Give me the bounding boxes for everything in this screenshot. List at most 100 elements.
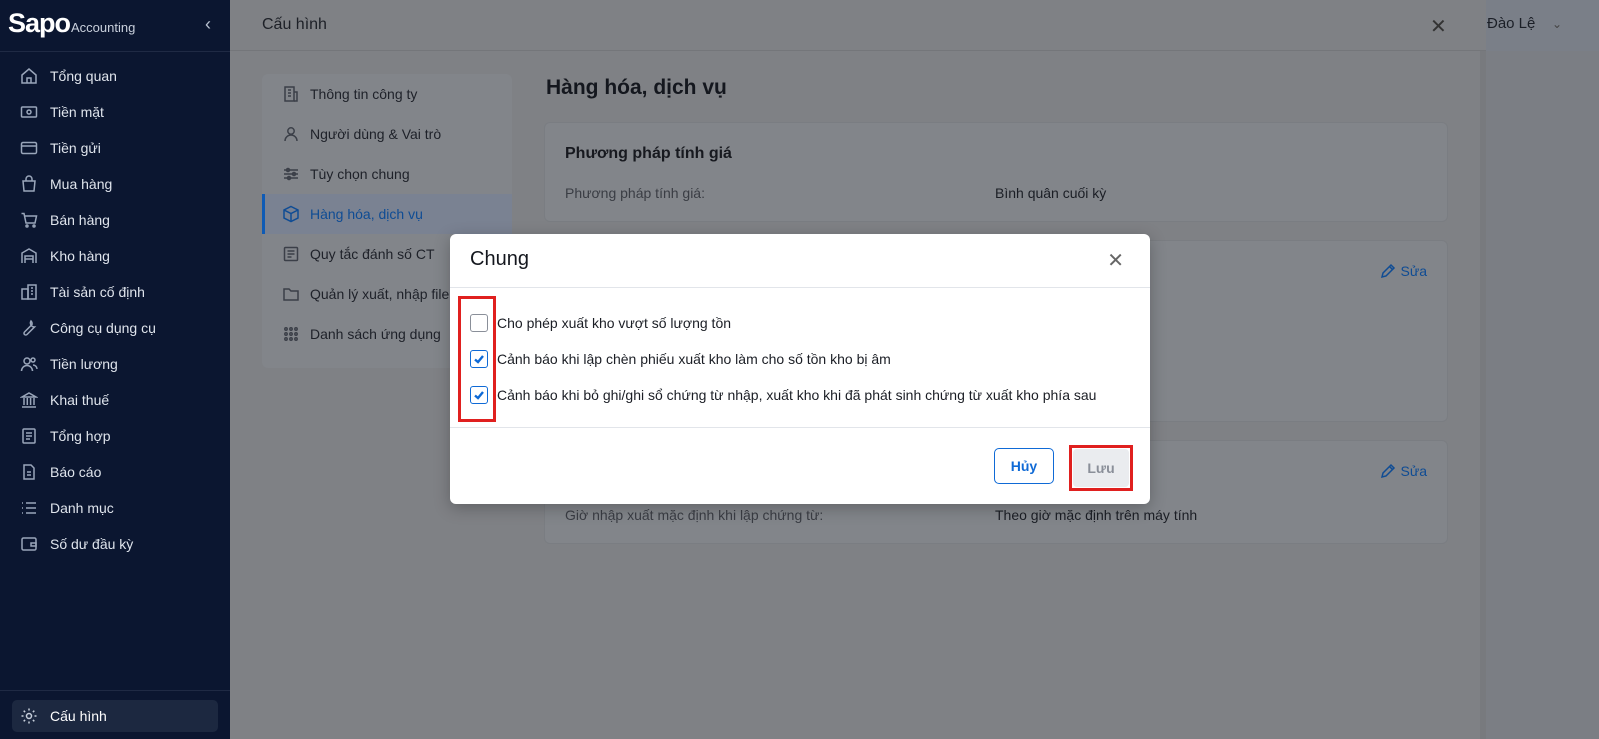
modal-title: Chung: [470, 248, 529, 270]
chevron-down-icon[interactable]: ⌄: [1552, 17, 1562, 31]
pencil-icon: [1380, 263, 1395, 279]
chevron-left-icon[interactable]: ‹: [198, 14, 218, 34]
sidebar-item-cong-cu-dung-cu[interactable]: Công cụ dụng cụ: [0, 310, 230, 346]
list-icon: [20, 499, 38, 517]
menu-item-users-roles[interactable]: Người dùng & Vai trò: [262, 114, 512, 154]
check-icon: [474, 391, 484, 400]
menu-item-label: Quy tắc đánh số CT: [310, 246, 435, 262]
report-icon: [20, 463, 38, 481]
sidebar-bottom-divider: [0, 690, 230, 691]
sidebar-item-label: Báo cáo: [50, 464, 102, 480]
sidebar-item-label: Tiền mặt: [50, 104, 104, 120]
sidebar-item-ban-hang[interactable]: Bán hàng: [0, 202, 230, 238]
menu-item-label: Hàng hóa, dịch vụ: [310, 206, 423, 222]
cancel-button[interactable]: Hủy: [994, 448, 1054, 484]
save-button[interactable]: Lưu: [1073, 449, 1129, 487]
checkbox[interactable]: [470, 386, 488, 404]
panel-scrollbar[interactable]: [1480, 51, 1486, 739]
sidebar-item-tien-luong[interactable]: Tiền lương: [0, 346, 230, 382]
sidebar-item-label: Bán hàng: [50, 212, 110, 228]
sidebar-item-so-du-dau-ky[interactable]: Số dư đầu kỳ: [0, 526, 230, 562]
sidebar-item-label: Danh mục: [50, 500, 114, 516]
card-value: Theo giờ mặc định trên máy tính: [995, 507, 1198, 523]
logo-main: Sapo: [8, 8, 71, 38]
sidebar: Sapo Accounting ‹ Tổng quan Tiền mặt Tiề…: [0, 0, 230, 739]
logo-sub: Accounting: [71, 20, 136, 35]
sidebar-item-cau-hinh[interactable]: Cấu hình: [12, 700, 218, 732]
menu-item-label: Quản lý xuất, nhập file: [310, 286, 450, 302]
gear-icon: [21, 708, 37, 724]
card-value: Bình quân cuối kỳ: [995, 185, 1107, 201]
panel-title: Cấu hình: [262, 16, 327, 33]
ledger-icon: [20, 427, 38, 445]
people-icon: [20, 355, 38, 373]
sidebar-item-tien-mat[interactable]: Tiền mặt: [0, 94, 230, 130]
edit-button[interactable]: Sửa: [1380, 463, 1428, 479]
sidebar-item-label: Kho hàng: [50, 248, 110, 264]
building-icon: [20, 283, 38, 301]
sidebar-item-khai-thue[interactable]: Khai thuế: [0, 382, 230, 418]
grid-icon: [284, 327, 298, 341]
sidebar-item-tai-san-co-dinh[interactable]: Tài sản cố định: [0, 274, 230, 310]
app-logo[interactable]: Sapo Accounting: [8, 8, 135, 44]
checkbox[interactable]: [470, 350, 488, 368]
menu-item-label: Người dùng & Vai trò: [310, 126, 442, 142]
option-row[interactable]: Cho phép xuất kho vượt số lượng tồn: [470, 312, 731, 334]
option-row[interactable]: Cảnh báo khi lập chèn phiếu xuất kho làm…: [470, 348, 891, 370]
card-label: Phương pháp tính giá:: [565, 185, 705, 201]
edit-button[interactable]: Sửa: [1380, 263, 1428, 279]
sidebar-item-mua-hang[interactable]: Mua hàng: [0, 166, 230, 202]
sidebar-item-tong-quan[interactable]: Tổng quan: [0, 58, 230, 94]
sidebar-item-danh-muc[interactable]: Danh mục: [0, 490, 230, 526]
card-icon: [20, 139, 38, 157]
sidebar-item-kho-hang[interactable]: Kho hàng: [0, 238, 230, 274]
user-icon: [284, 127, 298, 142]
receipt-icon: [283, 246, 299, 262]
sidebar-item-label: Tiền gửi: [50, 140, 101, 156]
modal-divider: [450, 427, 1150, 428]
option-label: Cảnh báo khi bỏ ghi/ghi sổ chứng từ nhập…: [497, 387, 1097, 403]
menu-item-label: Danh sách ứng dụng: [310, 326, 441, 342]
panel-header: Cấu hình ✕: [230, 0, 1486, 51]
card-title: Phương pháp tính giá: [565, 145, 732, 162]
cart-icon: [20, 211, 38, 229]
sidebar-item-label: Tài sản cố định: [50, 284, 145, 300]
edit-label: Sửa: [1400, 463, 1428, 479]
menu-item-company-info[interactable]: Thông tin công ty: [262, 74, 512, 114]
option-row[interactable]: Cảnh báo khi bỏ ghi/ghi sổ chứng từ nhập…: [470, 384, 1096, 406]
sliders-icon: [284, 167, 298, 181]
sidebar-item-tong-hop[interactable]: Tổng hợp: [0, 418, 230, 454]
checkbox[interactable]: [470, 314, 488, 332]
home-icon: [20, 67, 38, 85]
save-button-highlight: Lưu: [1069, 445, 1133, 491]
user-name[interactable]: Đào Lệ: [1487, 15, 1535, 32]
tool-icon: [20, 319, 38, 337]
sidebar-item-label: Tiền lương: [50, 356, 118, 372]
warehouse-icon: [20, 247, 38, 265]
menu-item-general-options[interactable]: Tùy chọn chung: [262, 154, 512, 194]
section-title: Hàng hóa, dịch vụ: [546, 76, 727, 99]
cash-icon: [20, 103, 38, 121]
menu-item-goods-services[interactable]: Hàng hóa, dịch vụ: [262, 194, 512, 234]
sidebar-item-label: Số dư đầu kỳ: [50, 536, 134, 552]
check-icon: [474, 355, 484, 364]
menu-item-label: Thông tin công ty: [310, 86, 418, 102]
pencil-icon: [1380, 463, 1395, 479]
sidebar-item-label: Công cụ dụng cụ: [50, 320, 156, 336]
close-icon[interactable]: ✕: [1430, 14, 1447, 39]
close-icon[interactable]: ✕: [1107, 248, 1124, 273]
sidebar-item-label: Khai thuế: [50, 392, 110, 408]
bank-icon: [20, 391, 38, 409]
sidebar-item-tien-gui[interactable]: Tiền gửi: [0, 130, 230, 166]
general-settings-modal: Chung ✕ Cho phép xuất kho vượt số lượng …: [450, 234, 1150, 504]
modal-divider: [450, 287, 1150, 288]
menu-item-label: Tùy chọn chung: [310, 166, 410, 182]
folder-icon: [283, 288, 299, 301]
card-label: Giờ nhập xuất mặc định khi lập chứng từ:: [565, 507, 824, 523]
main-backdrop: [1486, 51, 1599, 739]
building-icon: [284, 86, 298, 102]
sidebar-item-label: Tổng quan: [50, 68, 117, 84]
edit-label: Sửa: [1400, 263, 1428, 279]
sidebar-item-bao-cao[interactable]: Báo cáo: [0, 454, 230, 490]
box-icon: [283, 205, 299, 223]
